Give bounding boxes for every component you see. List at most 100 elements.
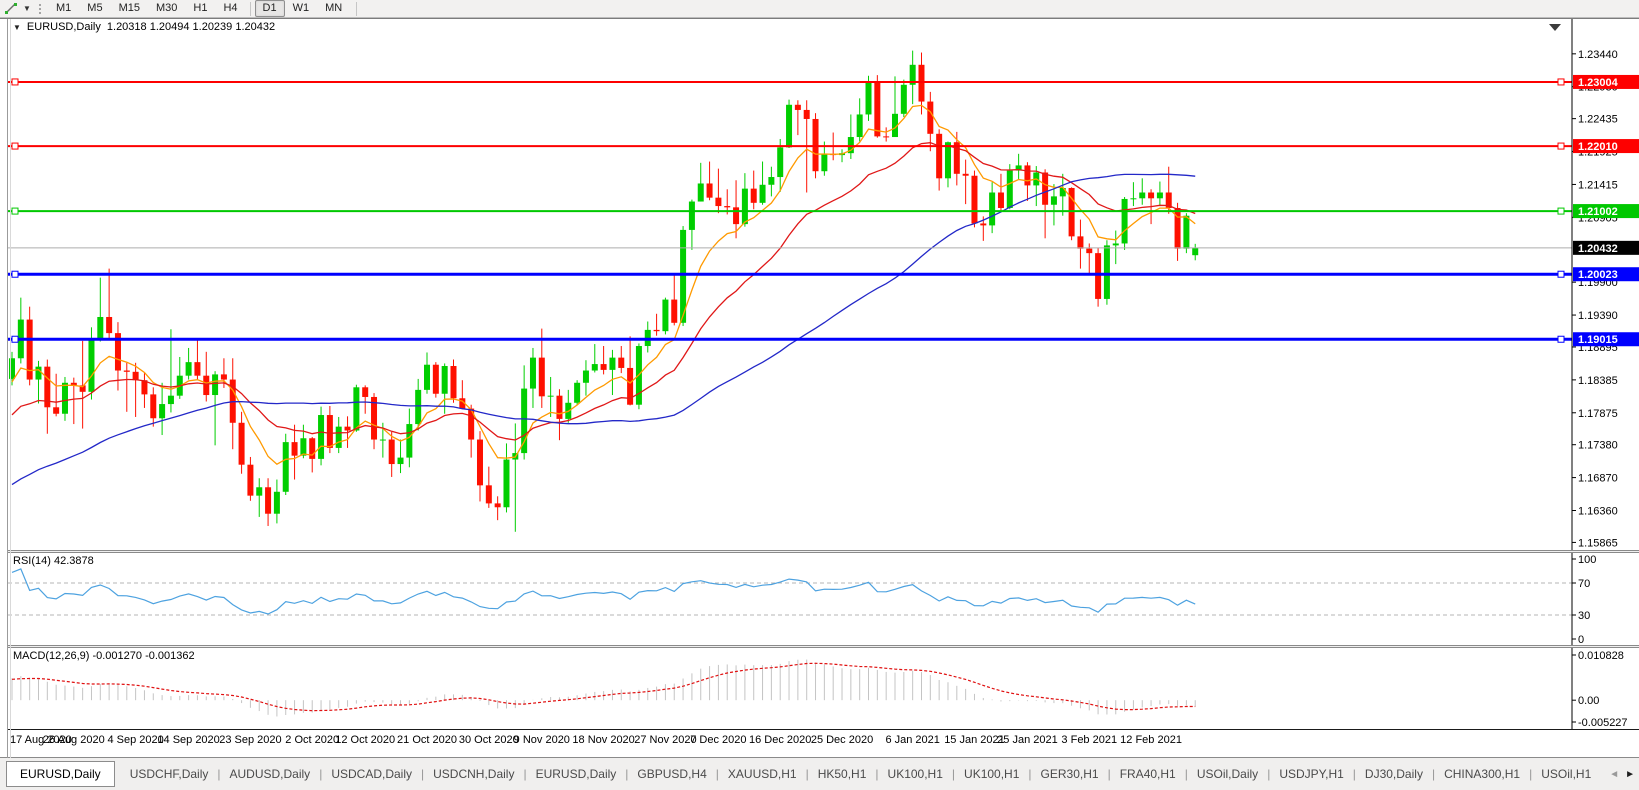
time-axis[interactable]: 17 Aug 202026 Aug 20204 Sep 202014 Sep 2… — [8, 729, 1639, 756]
date-tick-label: 12 Feb 2021 — [1120, 734, 1182, 746]
date-tick-label: 25 Dec 2020 — [811, 734, 873, 746]
date-tick-label: 15 Jan 2021 — [944, 734, 1005, 746]
chart-tab-audusd-daily[interactable]: AUDUSD,Daily — [221, 763, 320, 785]
price-axis[interactable]: 1.234401.229301.224351.219251.214151.209… — [1572, 19, 1639, 550]
date-tick-label: 27 Nov 2020 — [634, 734, 696, 746]
price-line-label: 1.21002 — [1578, 206, 1618, 218]
chart-window: ▼ EURUSD,Daily 1.20318 1.20494 1.20239 1… — [0, 18, 1639, 757]
macd-signal-line — [12, 663, 1195, 710]
chart-tab-usdcnh-daily[interactable]: USDCNH,Daily — [424, 763, 523, 785]
tab-scroll-controls: ◄ ► — [1609, 769, 1639, 780]
collapse-chart-icon[interactable]: ▼ — [13, 23, 21, 32]
timeframe-button-d1[interactable]: D1 — [255, 0, 285, 17]
chart-tab-fra40-h1[interactable]: FRA40,H1 — [1111, 763, 1185, 785]
chart-tab-bar: EURUSD,DailyUSDCHF,Daily|AUDUSD,Daily|US… — [0, 757, 1639, 790]
window-left-border — [7, 19, 11, 758]
toolbar-separator — [356, 2, 357, 16]
chevron-down-icon[interactable]: ▼ — [22, 4, 32, 13]
toolbar-separator — [250, 2, 251, 16]
tab-scroll-left-icon[interactable]: ◄ — [1609, 769, 1619, 780]
macd-canvas[interactable]: 0.010828 0.00 -0.005227 — [8, 648, 1639, 729]
timeframe-button-m1[interactable]: M1 — [48, 0, 79, 17]
periodicity-toolbar: ▼ M1M5M15M30H1H4 D1W1MN — [0, 0, 1639, 18]
mt4-terminal: ▼ M1M5M15M30H1H4 D1W1MN ▼ EURUSD,Daily 1.… — [0, 0, 1639, 790]
timeframe-button-w1[interactable]: W1 — [285, 0, 318, 17]
date-tick-label: 14 Sep 2020 — [157, 734, 219, 746]
date-tick-label: 25 Jan 2021 — [997, 734, 1058, 746]
chart-tab-usoil-h1[interactable]: USOil,H1 — [1532, 763, 1600, 785]
chart-tabs: EURUSD,DailyUSDCHF,Daily|AUDUSD,Daily|US… — [6, 761, 1600, 787]
price-line-label: 1.23004 — [1578, 77, 1619, 89]
price-line-label: 1.20432 — [1578, 243, 1618, 255]
timeframe-button-m15[interactable]: M15 — [111, 0, 148, 17]
timeframe-button-h1[interactable]: H1 — [185, 0, 215, 17]
price-tick-label: 1.16360 — [1578, 505, 1618, 517]
chart-tab-usdchf-daily[interactable]: USDCHF,Daily — [121, 763, 218, 785]
timeframe-button-m5[interactable]: M5 — [79, 0, 110, 17]
rsi-indicator-pane[interactable]: RSI(14) 42.3878 100 70 30 0 — [8, 553, 1639, 645]
rsi-tick-label: 0 — [1578, 634, 1584, 645]
chart-title: ▼ EURUSD,Daily 1.20318 1.20494 1.20239 1… — [13, 21, 275, 33]
price-tick-label: 1.22435 — [1578, 114, 1618, 126]
tab-scroll-right-icon[interactable]: ► — [1625, 769, 1635, 780]
timeframe-button-m30[interactable]: M30 — [148, 0, 185, 17]
price-chart-canvas[interactable]: 1.234401.229301.224351.219251.214151.209… — [8, 19, 1639, 550]
rsi-tick-label: 70 — [1578, 578, 1590, 590]
toolbar-grip[interactable] — [38, 3, 42, 15]
macd-histogram — [12, 660, 1195, 717]
price-tick-label: 1.18385 — [1578, 375, 1618, 387]
rsi-line — [12, 569, 1195, 614]
timeframe-button-mn[interactable]: MN — [317, 0, 350, 17]
chart-tab-uk100-h1[interactable]: UK100,H1 — [879, 763, 952, 785]
chart-tab-hk50-h1[interactable]: HK50,H1 — [809, 763, 876, 785]
date-tick-label: 4 Sep 2020 — [107, 734, 163, 746]
date-tick-label: 23 Sep 2020 — [219, 734, 281, 746]
date-tick-label: 2 Oct 2020 — [285, 734, 339, 746]
chart-tab-gbpusd-h4[interactable]: GBPUSD,H4 — [628, 763, 715, 785]
chart-tab-uk100-h1[interactable]: UK100,H1 — [955, 763, 1028, 785]
macd-label: MACD(12,26,9) -0.001270 -0.001362 — [13, 650, 195, 662]
price-chart-pane[interactable]: ▼ EURUSD,Daily 1.20318 1.20494 1.20239 1… — [8, 19, 1639, 550]
chart-tab-china300-h1[interactable]: CHINA300,H1 — [1435, 763, 1529, 785]
date-tick-label: 21 Oct 2020 — [397, 734, 457, 746]
price-tick-label: 1.23440 — [1578, 49, 1618, 61]
rsi-tick-label: 30 — [1578, 610, 1590, 622]
chart-tab-eurusd-daily[interactable]: EURUSD,Daily — [6, 761, 115, 787]
macd-tick-label: 0.010828 — [1578, 650, 1624, 662]
chart-tab-ger30-h1[interactable]: GER30,H1 — [1032, 763, 1108, 785]
rsi-tick-label: 100 — [1578, 554, 1596, 566]
chart-tab-eurusd-daily[interactable]: EURUSD,Daily — [527, 763, 626, 785]
date-tick-label: 7 Dec 2020 — [690, 734, 746, 746]
price-tick-label: 1.21415 — [1578, 179, 1618, 191]
chart-tab-dj30-daily[interactable]: DJ30,Daily — [1356, 763, 1432, 785]
date-tick-label: 3 Feb 2021 — [1061, 734, 1117, 746]
date-tick-label: 12 Oct 2020 — [335, 734, 395, 746]
price-tick-label: 1.15865 — [1578, 537, 1618, 549]
date-tick-label: 26 Aug 2020 — [43, 734, 105, 746]
price-tick-label: 1.16870 — [1578, 473, 1618, 485]
date-tick-label: 16 Dec 2020 — [749, 734, 811, 746]
timeframe-button-group: M1M5M15M30H1H4 D1W1MN — [48, 0, 350, 17]
chart-tab-usoil-daily[interactable]: USOil,Daily — [1188, 763, 1267, 785]
date-tick-label: 6 Jan 2021 — [885, 734, 939, 746]
chart-tab-usdjpy-h1[interactable]: USDJPY,H1 — [1270, 763, 1352, 785]
price-line-label: 1.20023 — [1578, 269, 1618, 281]
price-tick-label: 1.17875 — [1578, 408, 1618, 420]
price-tick-label: 1.17380 — [1578, 440, 1618, 452]
cursor-tool-icon[interactable] — [2, 1, 20, 16]
timeframe-button-h4[interactable]: H4 — [215, 0, 245, 17]
chart-tab-usdcad-daily[interactable]: USDCAD,Daily — [322, 763, 421, 785]
macd-indicator-pane[interactable]: MACD(12,26,9) -0.001270 -0.001362 0.0108… — [8, 648, 1639, 729]
date-tick-label: 9 Nov 2020 — [514, 734, 570, 746]
rsi-canvas[interactable]: 100 70 30 0 — [8, 553, 1639, 645]
macd-tick-label: -0.005227 — [1578, 717, 1628, 729]
macd-tick-label: 0.00 — [1578, 695, 1599, 707]
rsi-label: RSI(14) 42.3878 — [13, 555, 94, 567]
moving-averages-group — [12, 105, 1195, 484]
chart-title-symbol: EURUSD,Daily — [27, 21, 101, 33]
price-line-label: 1.22010 — [1578, 141, 1618, 153]
chart-tab-xauusd-h1[interactable]: XAUUSD,H1 — [719, 763, 806, 785]
candles-group — [9, 51, 1198, 532]
chart-shift-marker-icon — [1549, 24, 1561, 31]
date-tick-label: 30 Oct 2020 — [459, 734, 519, 746]
